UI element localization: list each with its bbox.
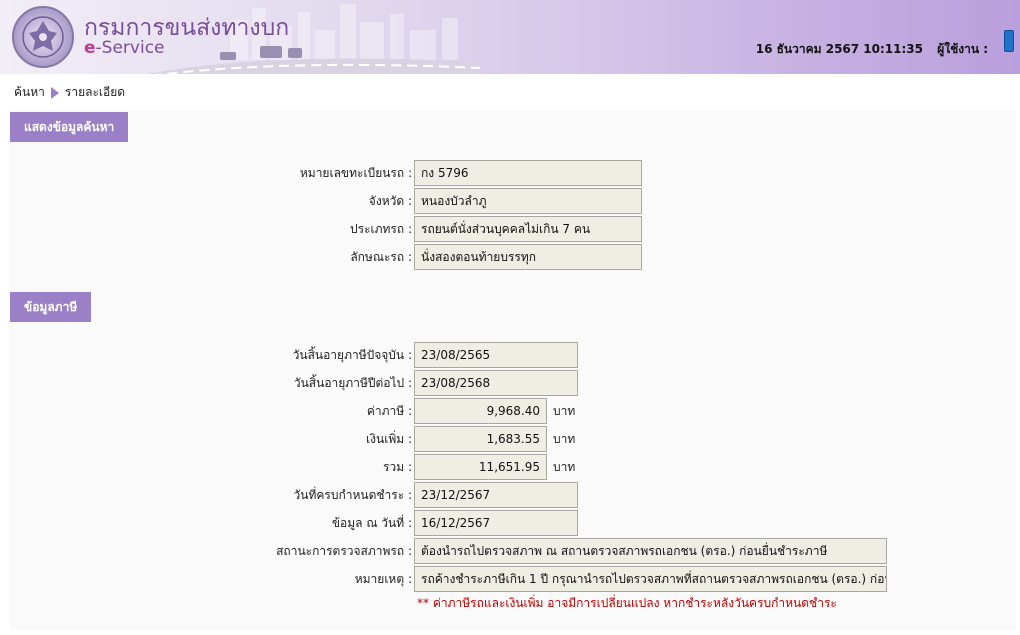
remark-row: หมายเหตุ : รถค้างชำระภาษีเกิน 1 ปี กรุณา… <box>250 566 887 592</box>
next-expiry-label: วันสิ้นอายุภาษีปีต่อไป : <box>293 375 412 390</box>
data-date-label: ข้อมูล ณ วันที่ : <box>331 515 412 530</box>
inspection-status-value: ต้องนำรถไปตรวจสภาพ ณ สถานตรวจสภาพรถเอกชน… <box>414 538 887 564</box>
vehicle-style-row: ลักษณะรถ : นั่งสองตอนท้ายบรรทุก <box>270 244 642 270</box>
due-date-label: วันที่ครบกำหนดชำระ : <box>293 487 412 502</box>
surcharge-value: 1,683.55 <box>414 426 547 452</box>
province-label: จังหวัด : <box>368 193 412 208</box>
current-expiry-row: วันสิ้นอายุภาษีปัจจุบัน : 23/08/2565 <box>250 342 578 368</box>
tax-amount-label: ค่าภาษี : <box>366 403 412 418</box>
province-value: หนองบัวลำภู <box>414 188 642 214</box>
breadcrumb-search-link[interactable]: ค้นหา <box>14 83 45 102</box>
eservice-logo: e-Service <box>84 38 165 58</box>
app-header: กรมการขนส่งทางบก e-Service 16 ธันวาคม 25… <box>0 0 1020 74</box>
user-label: ผู้ใช้งาน : <box>937 42 988 56</box>
next-expiry-row: วันสิ้นอายุภาษีปีต่อไป : 23/08/2568 <box>250 370 578 396</box>
tax-amount-row: ค่าภาษี : 9,968.40 บาท <box>250 398 575 424</box>
next-expiry-value: 23/08/2568 <box>414 370 578 396</box>
surcharge-label: เงินเพิ่ม : <box>366 431 412 446</box>
total-unit: บาท <box>553 459 576 474</box>
data-date-row: ข้อมูล ณ วันที่ : 16/12/2567 <box>250 510 578 536</box>
vehicle-type-row: ประเภทรถ : รถยนต์นั่งส่วนบุคคลไม่เกิน 7 … <box>270 216 642 242</box>
current-expiry-label: วันสิ้นอายุภาษีปัจจุบัน : <box>292 347 412 362</box>
remark-label: หมายเหตุ : <box>354 571 412 586</box>
current-datetime: 16 ธันวาคม 2567 10:11:35 <box>755 42 923 56</box>
tax-amount-value: 9,968.40 <box>414 398 547 424</box>
breadcrumb: ค้นหา รายละเอียด <box>14 83 125 102</box>
remark-value: รถค้างชำระภาษีเกิน 1 ปี กรุณานำรถไปตรวจส… <box>414 566 887 592</box>
plate-number-label: หมายเลขทะเบียนรถ : <box>299 165 412 180</box>
due-date-row: วันที่ครบกำหนดชำระ : 23/12/2567 <box>250 482 578 508</box>
surcharge-unit: บาท <box>553 431 576 446</box>
department-seal-icon <box>12 6 74 68</box>
due-date-value: 23/12/2567 <box>414 482 578 508</box>
search-section-title: แสดงข้อมูลค้นหา <box>10 112 129 142</box>
vehicle-style-value: นั่งสองตอนท้ายบรรทุก <box>414 244 642 270</box>
header-status: 16 ธันวาคม 2567 10:11:35 ผู้ใช้งาน : <box>746 40 988 59</box>
province-row: จังหวัด : หนองบัวลำภู <box>270 188 642 214</box>
total-row: รวม : 11,651.95 บาท <box>250 454 575 480</box>
inspection-status-row: สถานะการตรวจสภาพรถ : ต้องนำรถไปตรวจสภาพ … <box>250 538 887 564</box>
inspection-status-label: สถานะการตรวจสภาพรถ : <box>276 543 412 558</box>
breadcrumb-detail: รายละเอียด <box>64 85 126 99</box>
tax-amount-unit: บาท <box>553 403 576 418</box>
data-date-value: 16/12/2567 <box>414 510 578 536</box>
vehicle-type-label: ประเภทรถ : <box>350 221 412 236</box>
plate-number-value: กง 5796 <box>414 160 642 186</box>
side-toggle-handle[interactable] <box>1004 30 1014 52</box>
plate-number-row: หมายเลขทะเบียนรถ : กง 5796 <box>270 160 642 186</box>
total-value: 11,651.95 <box>414 454 547 480</box>
surcharge-row: เงินเพิ่ม : 1,683.55 บาท <box>250 426 575 452</box>
tax-change-note: ** ค่าภาษีรถและเงินเพิ่ม อาจมีการเปลี่ยน… <box>417 596 837 610</box>
tax-section-title: ข้อมูลภาษี <box>10 292 92 322</box>
vehicle-type-value: รถยนต์นั่งส่วนบุคคลไม่เกิน 7 คน <box>414 216 642 242</box>
current-expiry-value: 23/08/2565 <box>414 342 578 368</box>
total-label: รวม : <box>383 459 412 474</box>
breadcrumb-arrow-icon <box>50 86 59 99</box>
vehicle-style-label: ลักษณะรถ : <box>350 249 412 264</box>
